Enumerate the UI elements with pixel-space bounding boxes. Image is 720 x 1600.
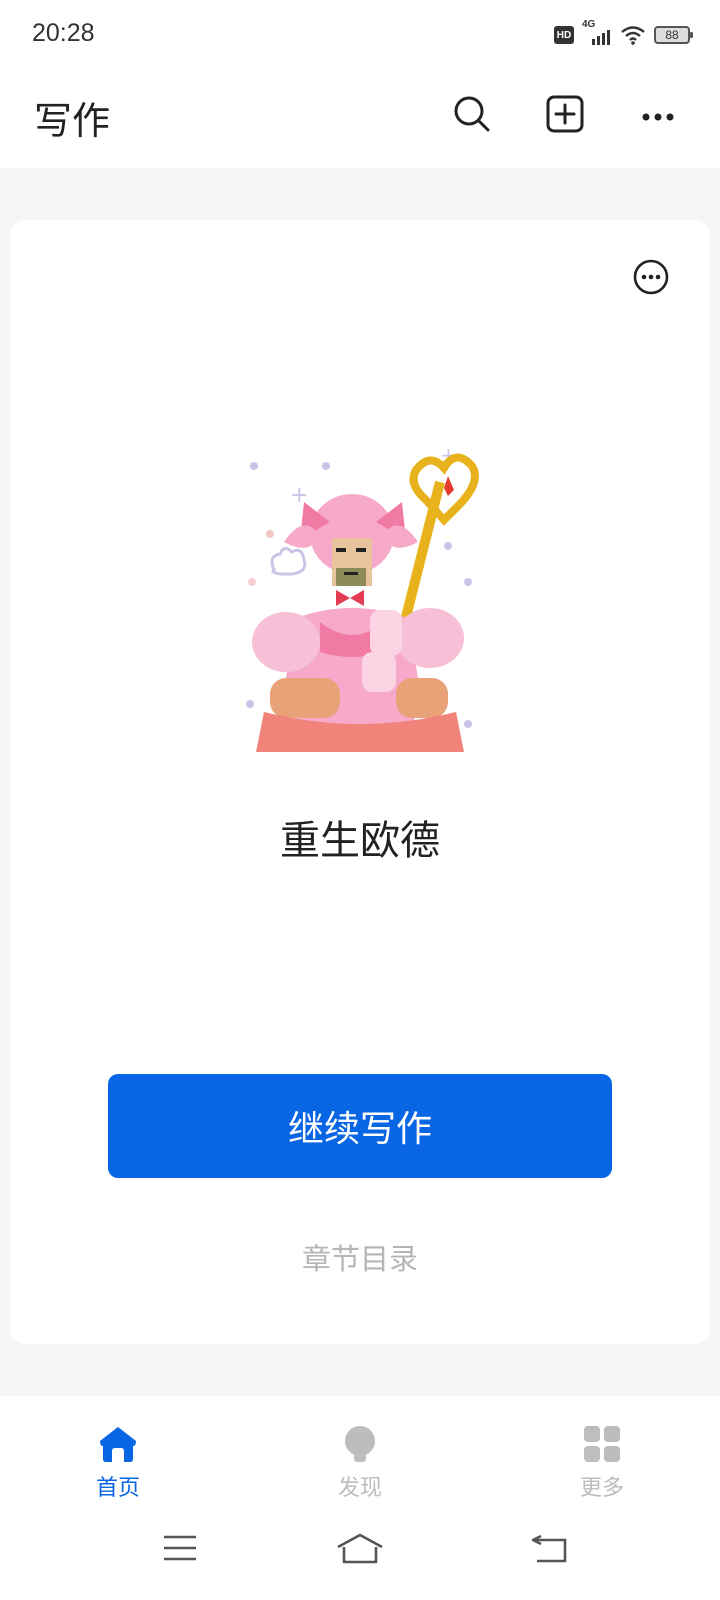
- search-icon: [453, 95, 491, 137]
- home-icon: [98, 1424, 138, 1464]
- book-cover[interactable]: + +: [240, 442, 480, 752]
- add-square-icon: [546, 95, 584, 137]
- book-title[interactable]: 重生欧德: [10, 808, 710, 866]
- app-header: 写作: [0, 68, 720, 168]
- menu-icon: [162, 1534, 198, 1566]
- bottom-nav: 首页 发现 更多: [0, 1396, 720, 1506]
- home-outline-icon: [336, 1532, 384, 1568]
- system-back-button[interactable]: [526, 1528, 574, 1572]
- pixel-art-character-cover: + +: [240, 442, 480, 752]
- hd-icon: HD: [554, 26, 574, 44]
- status-icons: HD 4G 88: [554, 19, 693, 48]
- battery-icon: 88: [654, 26, 693, 44]
- status-time: 20:28: [32, 19, 95, 47]
- nav-label-home: 首页: [95, 1476, 140, 1501]
- add-book-button[interactable]: [541, 92, 589, 140]
- nav-label-discover: 发现: [337, 1476, 382, 1501]
- nav-item-discover[interactable]: 发现: [300, 1424, 420, 1502]
- signal-icon: 4G: [582, 19, 612, 47]
- card-more-button[interactable]: [632, 258, 670, 296]
- wifi-icon: [620, 24, 646, 46]
- book-card[interactable]: + + 重生欧德 继续写作 章节目录: [10, 220, 710, 1344]
- nav-label-more: 更多: [579, 1476, 624, 1501]
- chapter-list-link[interactable]: 章节目录: [10, 1236, 710, 1278]
- more-options-button[interactable]: [634, 92, 682, 140]
- nav-item-more[interactable]: 更多: [542, 1424, 662, 1502]
- system-nav-bar: [0, 1506, 720, 1600]
- more-horizontal-icon: [642, 107, 674, 126]
- system-home-button[interactable]: [336, 1528, 384, 1572]
- back-icon: [531, 1532, 569, 1568]
- nav-item-home[interactable]: 首页: [58, 1424, 178, 1502]
- page-title: 写作: [34, 99, 111, 143]
- system-menu-button[interactable]: [156, 1528, 204, 1572]
- grid-icon: [582, 1424, 622, 1464]
- status-bar: 20:28 HD 4G 88: [0, 0, 720, 68]
- continue-writing-button[interactable]: 继续写作: [108, 1074, 612, 1178]
- battery-level: 88: [665, 28, 679, 42]
- bulb-icon: [340, 1424, 380, 1464]
- more-circle-icon: [632, 259, 670, 300]
- search-button[interactable]: [448, 92, 496, 140]
